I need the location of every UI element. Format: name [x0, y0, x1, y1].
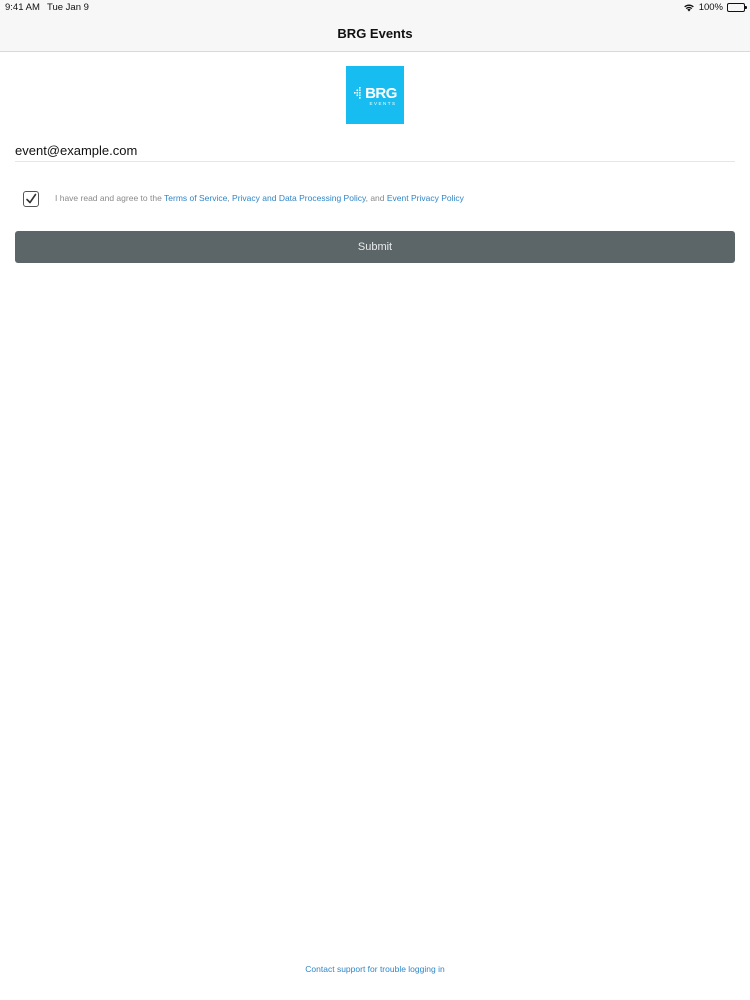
logo-dots-icon: [354, 87, 361, 99]
battery-percent: 100%: [698, 2, 723, 13]
agreement-sep-2: , and: [365, 193, 387, 203]
logo-subtext: EVENTS: [369, 100, 397, 106]
status-indicators: 100%: [683, 2, 747, 13]
brg-events-logo: BRG EVENTS: [346, 66, 404, 124]
email-field[interactable]: [15, 140, 735, 162]
logo-text: BRG: [365, 84, 397, 102]
status-time: 9:41 AM: [5, 2, 40, 13]
top-bar: 9:41 AM Tue Jan 9 100% BRG Events: [0, 0, 750, 52]
page-title: BRG Events: [337, 26, 413, 41]
checkmark-icon: [26, 193, 37, 204]
battery-icon: [727, 3, 747, 12]
wifi-icon: [683, 4, 694, 12]
agreement-prefix: I have read and agree to the: [55, 193, 165, 203]
agree-checkbox[interactable]: [23, 191, 39, 207]
status-date: Tue Jan 9: [47, 2, 89, 13]
login-screen: 9:41 AM Tue Jan 9 100% BRG Events BRG EV…: [0, 0, 750, 1000]
submit-button[interactable]: Submit: [15, 231, 735, 263]
agreement-text: I have read and agree to the Terms of Se…: [55, 193, 735, 203]
status-bar: 9:41 AM Tue Jan 9 100%: [0, 0, 750, 16]
event-privacy-policy-link[interactable]: Event Privacy Policy: [387, 193, 464, 203]
contact-support-link[interactable]: Contact support for trouble logging in: [0, 964, 750, 974]
terms-of-service-link[interactable]: Terms of Service: [164, 193, 227, 203]
privacy-policy-link[interactable]: Privacy and Data Processing Policy: [232, 193, 366, 203]
